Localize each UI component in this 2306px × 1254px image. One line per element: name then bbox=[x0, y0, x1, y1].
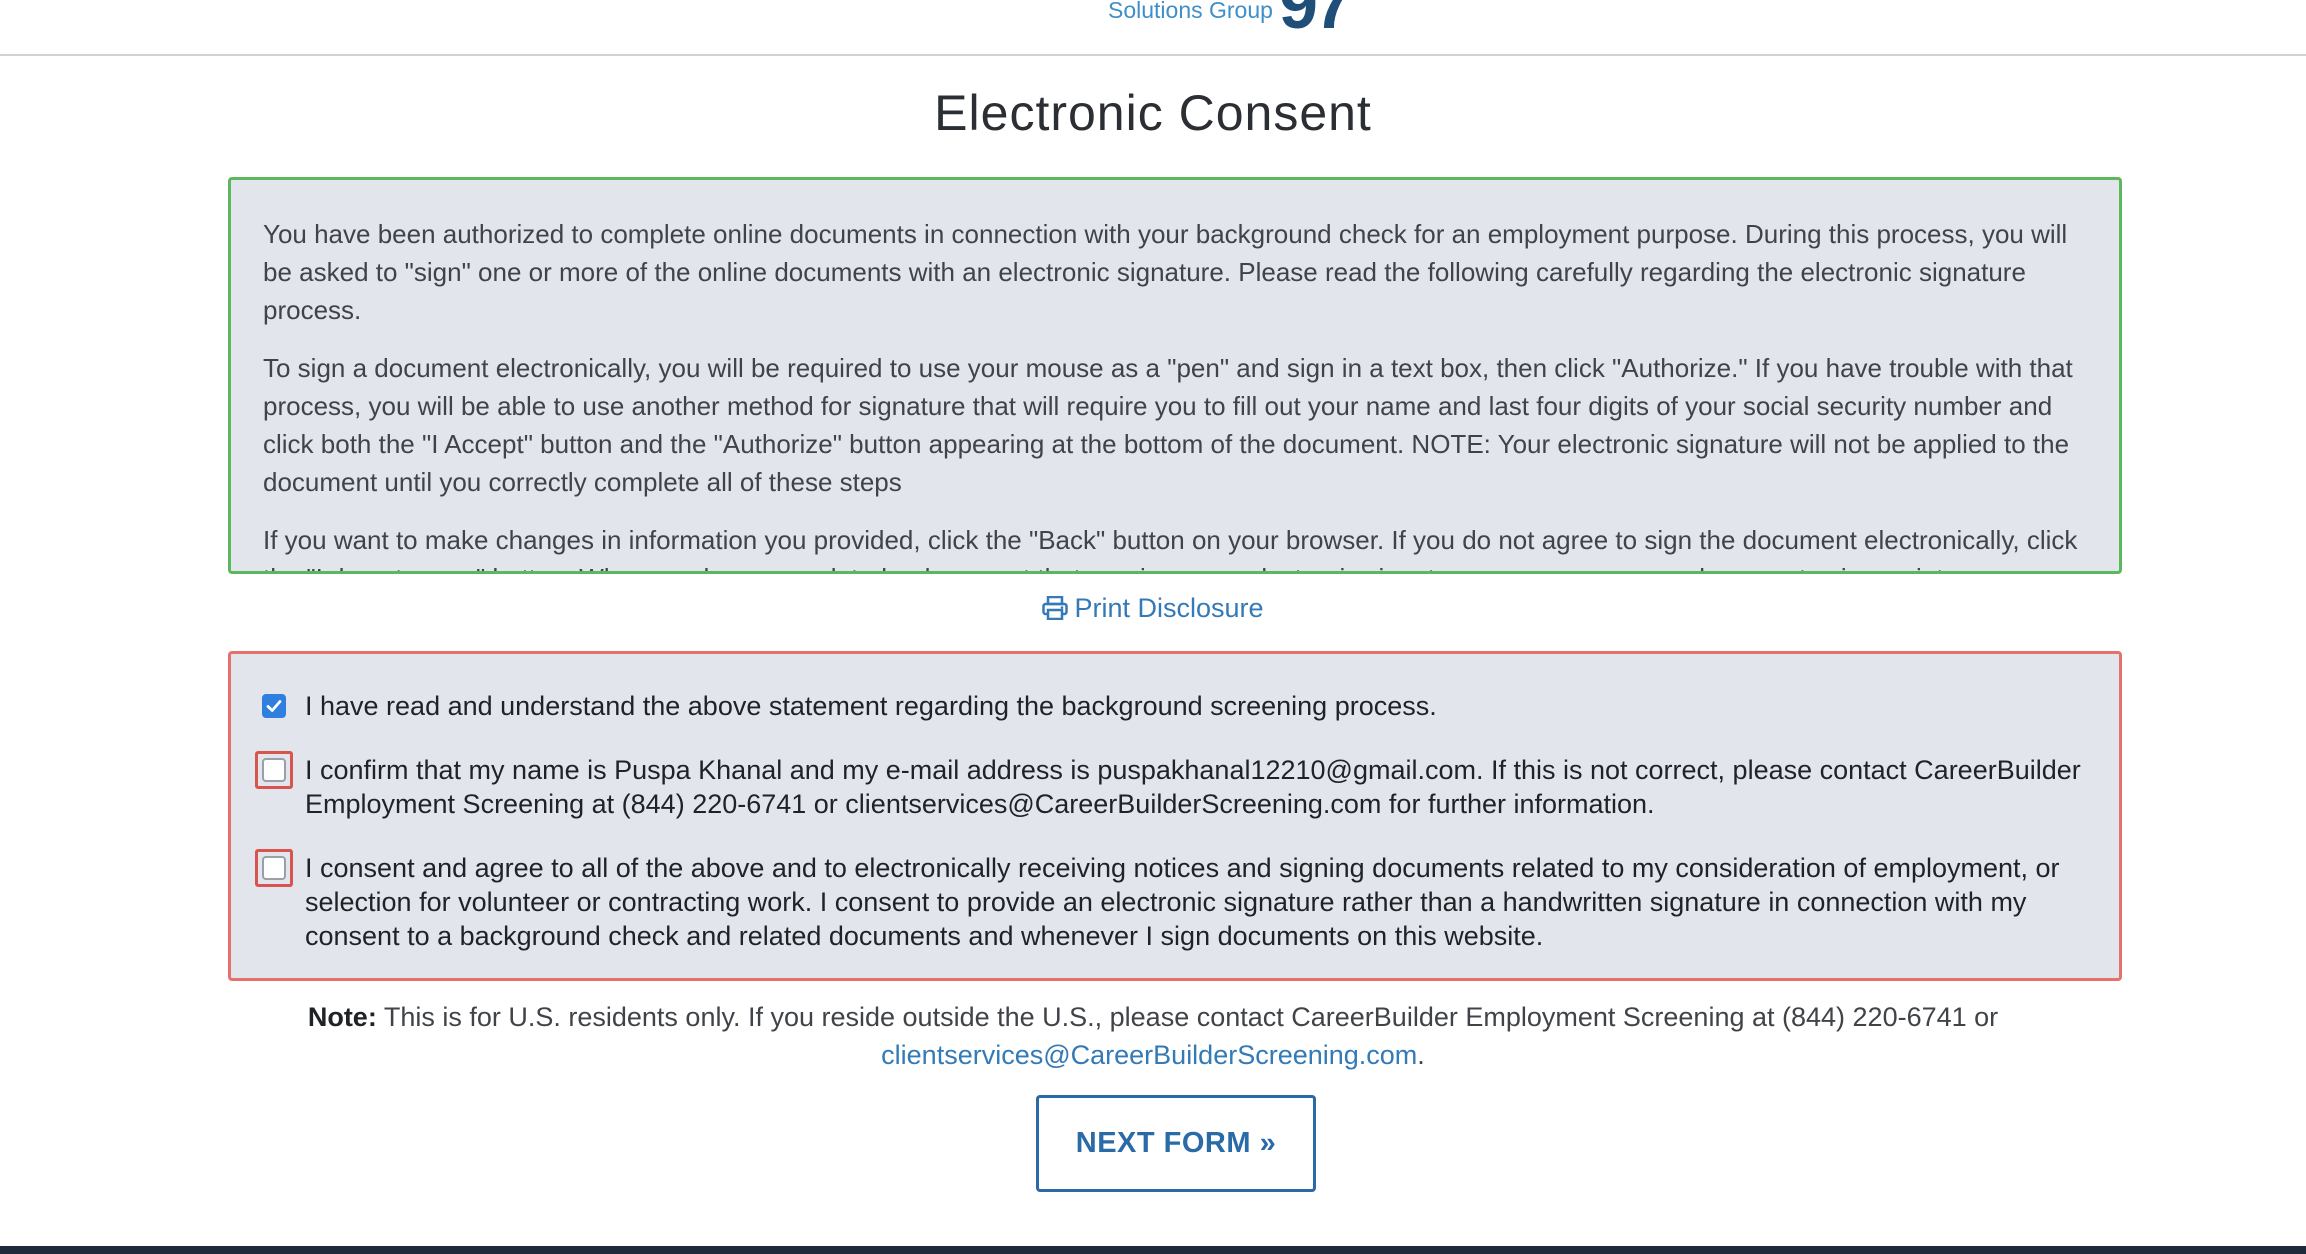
consent-agree-checkbox[interactable] bbox=[262, 856, 286, 880]
disclosure-paragraph: You have been authorized to complete onl… bbox=[263, 219, 2068, 325]
print-disclosure-link[interactable]: Print Disclosure bbox=[0, 593, 2306, 624]
consent-checklist: I have read and understand the above sta… bbox=[228, 651, 2122, 981]
consent-checkbox-wrap bbox=[255, 751, 293, 789]
consent-checkbox-wrap bbox=[255, 849, 293, 887]
consent-checkbox-wrap bbox=[255, 687, 293, 725]
disclosure-paragraph: To sign a document electronically, you w… bbox=[263, 353, 2073, 497]
consent-text: I confirm that my name is Puspa Khanal a… bbox=[305, 755, 2081, 819]
page-title: Electronic Consent bbox=[934, 85, 1372, 141]
next-form-button[interactable]: NEXT FORM » bbox=[1036, 1095, 1316, 1192]
consent-text: I consent and agree to all of the above … bbox=[305, 853, 2060, 951]
print-disclosure-label: Print Disclosure bbox=[1074, 593, 1264, 623]
printer-icon bbox=[1042, 595, 1069, 621]
confirm-identity-checkbox[interactable] bbox=[262, 758, 286, 782]
disclosure-paragraph: If you want to make changes in informati… bbox=[263, 525, 2078, 571]
footer-bar bbox=[0, 1246, 2306, 1254]
contact-email-link[interactable]: clientservices@CareerBuilderScreening.co… bbox=[881, 1040, 1417, 1070]
consent-text: I have read and understand the above sta… bbox=[305, 691, 1437, 721]
read-statement-checkbox[interactable] bbox=[262, 694, 286, 718]
note-label: Note: bbox=[307, 1002, 377, 1032]
note-suffix: . bbox=[1417, 1040, 1425, 1070]
disclosure-scroll-box[interactable]: You have been authorized to complete onl… bbox=[228, 177, 2122, 574]
site-header: Solutions Group 97 bbox=[0, 0, 2306, 56]
check-icon bbox=[266, 700, 282, 712]
note-text: This is for U.S. residents only. If you … bbox=[376, 1002, 1999, 1032]
logo-mark: 97 bbox=[1278, 0, 1353, 43]
residency-note: Note: This is for U.S. residents only. I… bbox=[300, 998, 2006, 1074]
company-logo[interactable]: Solutions Group 97 bbox=[1108, 0, 1353, 43]
logo-text: Solutions Group bbox=[1108, 0, 1273, 23]
